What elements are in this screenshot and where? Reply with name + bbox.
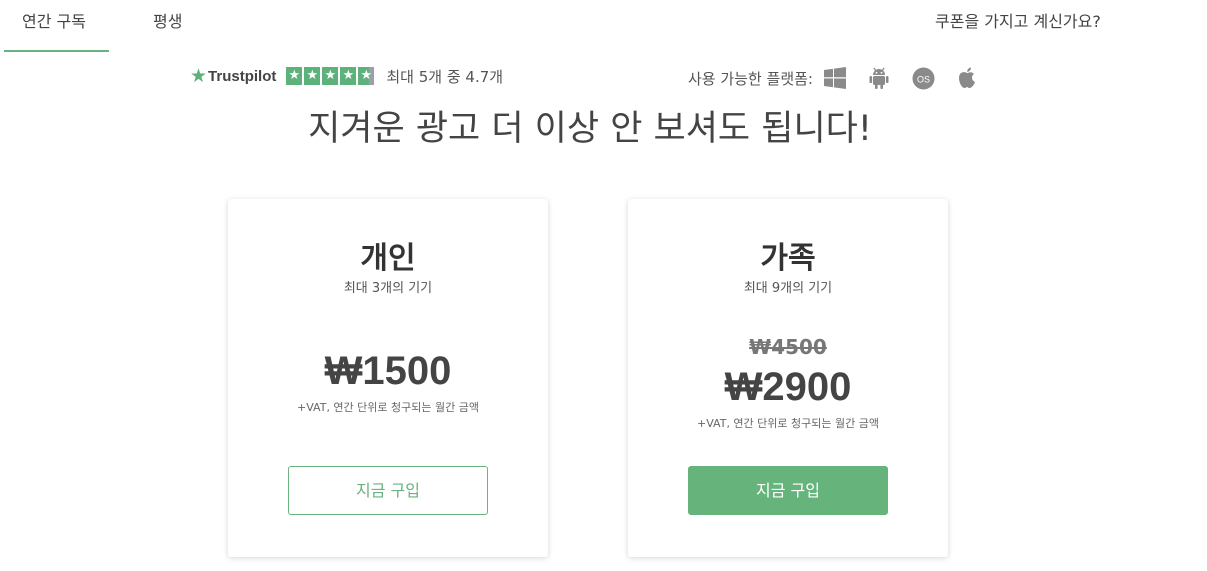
page-headline: 지겨운 광고 더 이상 안 보셔도 됩니다! — [308, 109, 872, 149]
platforms-row: 사용 가능한 플랫폼: OS — [688, 66, 999, 90]
rating-stars: ★ ★ ★ ★ ★ — [286, 67, 375, 85]
macos-icon-text: OS — [916, 74, 929, 84]
buy-now-button-family[interactable]: 지금 구입 — [688, 466, 888, 515]
plan-devices: 최대 9개의 기기 — [743, 281, 833, 296]
apple-icon[interactable] — [955, 66, 979, 90]
buy-now-button-personal[interactable]: 지금 구입 — [288, 466, 488, 515]
star-icon: ★ — [340, 67, 357, 85]
macos-icon[interactable]: OS — [911, 66, 935, 90]
plan-vat-note: +VAT, 연간 단위로 청구되는 월간 금액 — [297, 401, 479, 414]
plan-old-price: ₩4500 — [749, 335, 827, 359]
active-tab-indicator — [4, 50, 109, 52]
trustpilot-logo-text: Trustpilot — [208, 67, 277, 85]
tab-lifetime[interactable]: 평생 — [153, 8, 182, 32]
rating-text: 최대 5개 중 4.7개 — [386, 67, 504, 86]
star-icon: ★ — [322, 67, 339, 85]
trustpilot-rating: ★ Trustpilot ★ ★ ★ ★ ★ 최대 5개 중 4.7개 — [190, 66, 503, 86]
windows-icon[interactable] — [823, 66, 847, 90]
android-icon[interactable] — [867, 66, 891, 90]
plan-devices: 최대 3개의 기기 — [343, 281, 433, 296]
plan-price: ₩1500 — [324, 349, 452, 393]
star-icon: ★ — [304, 67, 321, 85]
plan-title: 가족 — [760, 241, 816, 276]
tab-annual-subscription[interactable]: 연간 구독 — [22, 8, 86, 32]
star-icon: ★ — [358, 67, 375, 85]
trustpilot-star-icon: ★ — [190, 65, 208, 87]
star-icon: ★ — [286, 67, 303, 85]
plan-price: ₩2900 — [724, 365, 852, 409]
platforms-label: 사용 가능한 플랫폼: — [688, 69, 813, 88]
plan-title: 개인 — [360, 241, 416, 276]
plan-vat-note: +VAT, 연간 단위로 청구되는 월간 금액 — [697, 417, 879, 430]
plan-card-personal: 개인 최대 3개의 기기 ₩1500 +VAT, 연간 단위로 청구되는 월간 … — [228, 199, 548, 557]
coupon-link[interactable]: 쿠폰을 가지고 계신가요? — [935, 8, 1101, 32]
plan-card-family: 가족 최대 9개의 기기 ₩4500 ₩2900 +VAT, 연간 단위로 청구… — [628, 199, 948, 557]
